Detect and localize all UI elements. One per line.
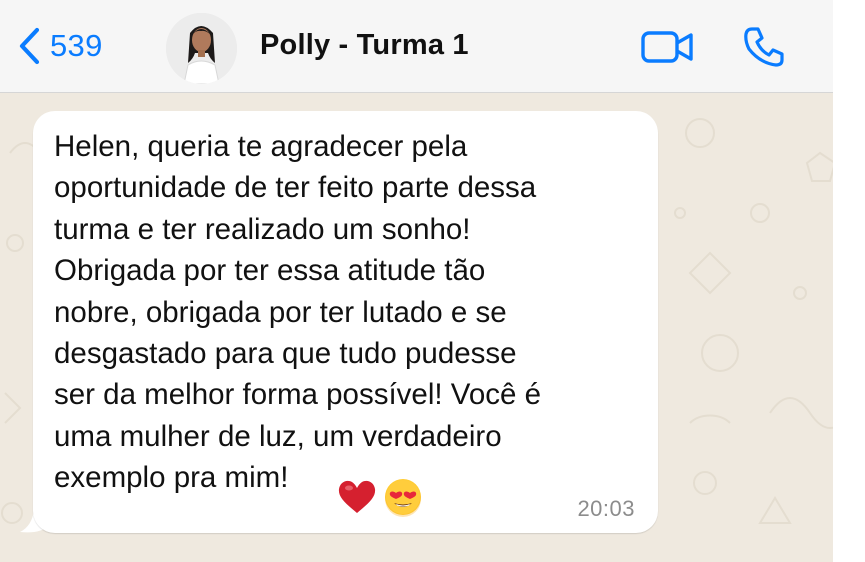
phone-icon — [742, 27, 786, 73]
screen-edge — [833, 0, 865, 562]
message-timestamp: 20:03 — [577, 496, 635, 521]
message-text: Helen, queria te agradecer pela oportuni… — [54, 130, 541, 495]
contact-name[interactable]: Polly - Turma 1 — [260, 29, 469, 62]
video-camera-icon — [641, 31, 695, 68]
voice-call-button[interactable] — [742, 25, 786, 74]
profile-photo — [166, 13, 237, 84]
heart-emoji-icon — [337, 479, 377, 520]
unread-count: 539 — [50, 28, 103, 63]
emoji-group — [337, 477, 423, 522]
back-button[interactable]: 539 — [18, 26, 103, 66]
message-bubble[interactable]: Helen, queria te agradecer pela oportuni… — [33, 111, 658, 533]
chevron-left-icon — [18, 27, 40, 65]
video-call-button[interactable] — [641, 30, 695, 69]
avatar[interactable] — [166, 13, 237, 84]
chat-header: 539 Polly - Turma 1 — [0, 0, 833, 93]
heart-eyes-emoji-icon — [383, 477, 423, 522]
